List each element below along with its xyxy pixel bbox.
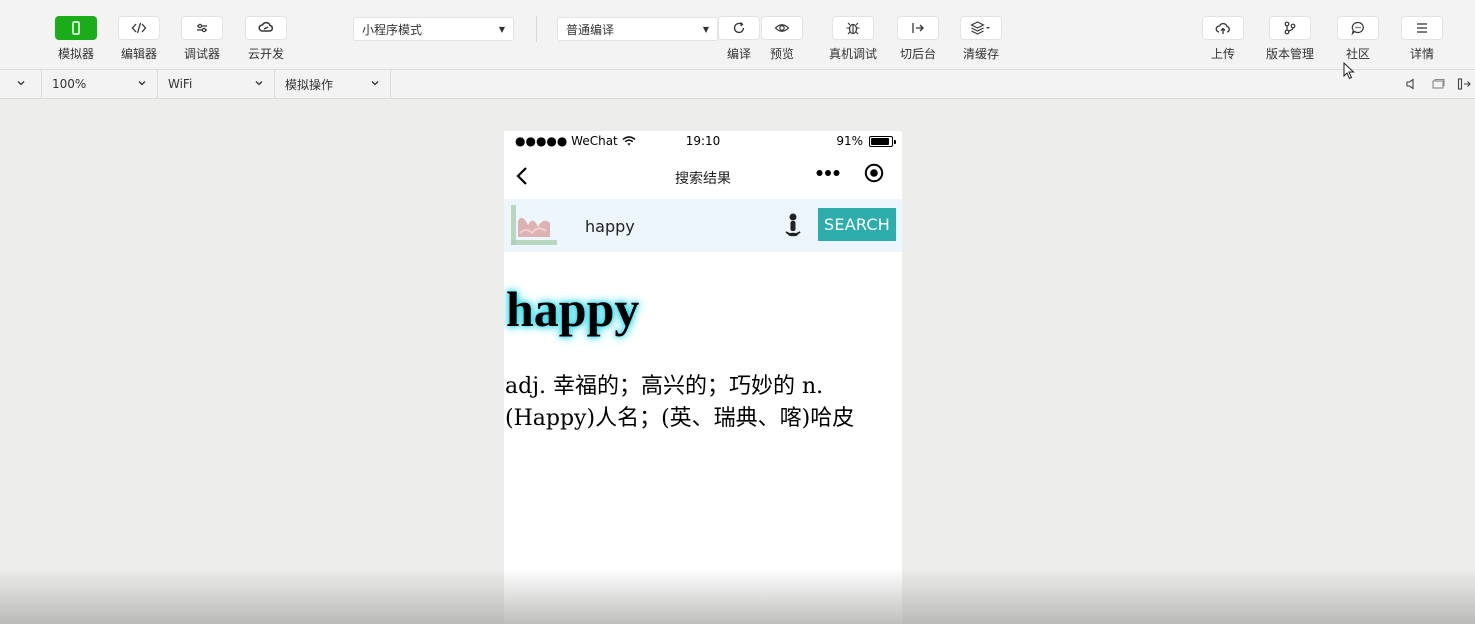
layers-icon: [960, 16, 1002, 40]
toolbar-divider: [536, 16, 537, 42]
compile-label: 编译: [726, 47, 751, 61]
mouse-cursor-icon: [1343, 62, 1355, 80]
clear-cache-button[interactable]: 清缓存: [960, 16, 1002, 62]
chevron-down-icon: [137, 77, 147, 91]
more-dots-icon[interactable]: [816, 169, 840, 177]
voice-microphone-icon[interactable]: [782, 212, 804, 238]
code-icon: [118, 16, 160, 40]
preview-label: 预览: [769, 47, 794, 61]
debugger-label: 调试器: [183, 47, 220, 61]
navigation-bar: 搜索结果: [504, 153, 902, 199]
version-control-button[interactable]: 版本管理: [1266, 16, 1314, 62]
definition-line: (Happy)人名；(英、瑞典、喀)哈皮: [505, 406, 855, 431]
battery-icon: [869, 135, 896, 147]
mini-program-capsule: [816, 163, 884, 183]
search-query-text[interactable]: happy: [585, 217, 635, 236]
community-button[interactable]: 社区: [1337, 16, 1379, 62]
chevron-down-icon: [254, 77, 264, 91]
cloud-dev-label: 云开发: [247, 47, 284, 61]
window-icon[interactable]: [1431, 77, 1445, 91]
simulator-label: 模拟器: [57, 47, 94, 61]
subbar-icons: [1405, 70, 1475, 98]
network-select[interactable]: WiFi: [158, 70, 275, 98]
upload-label: 上传: [1210, 47, 1235, 61]
cloud-upload-icon: [1202, 16, 1244, 40]
remote-debug-label: 真机调试: [829, 47, 878, 61]
compile-select-value: 普通编译: [566, 22, 615, 37]
refresh-icon: [718, 16, 760, 40]
switch-background-icon: [897, 16, 939, 40]
battery-percent: 91%: [836, 134, 863, 148]
cloud-link-icon: [245, 16, 287, 40]
debugger-button[interactable]: 调试器: [181, 16, 223, 62]
mode-select-value: 小程序模式: [362, 22, 423, 37]
phone-simulator: ●●●●● WeChat 19:10 91% 搜索结果 happy SEARCH…: [504, 131, 902, 624]
compile-select[interactable]: 普通编译 ▼: [557, 17, 718, 41]
status-bar: ●●●●● WeChat 19:10 91%: [504, 131, 902, 153]
speaker-icon[interactable]: [1405, 77, 1419, 91]
chat-icon: [1337, 16, 1379, 40]
close-target-icon[interactable]: [864, 163, 884, 183]
result-word: happy: [506, 281, 640, 337]
editor-label: 编辑器: [120, 47, 157, 61]
remote-debug-button[interactable]: 真机调试: [829, 16, 877, 62]
caret-down-icon: ▼: [498, 24, 505, 34]
detach-icon[interactable]: [1457, 77, 1471, 91]
phone-icon: [55, 16, 97, 40]
branch-icon: [1269, 16, 1311, 40]
result-definition: adj. 幸福的；高兴的；巧妙的 n. (Happy)人名；(英、瑞典、喀)哈皮: [505, 371, 902, 435]
chevron-down-icon: [16, 77, 26, 91]
bug-icon: [832, 16, 874, 40]
menu-icon: [1401, 16, 1443, 40]
search-bar: happy SEARCH: [504, 199, 902, 252]
simulator-subbar: 100% WiFi 模拟操作: [0, 70, 1475, 99]
details-label: 详情: [1409, 47, 1434, 61]
mode-select[interactable]: 小程序模式 ▼: [353, 17, 514, 41]
simulate-operation-value: 模拟操作: [285, 77, 334, 92]
eye-icon: [761, 16, 803, 40]
cloud-dev-button[interactable]: 云开发: [245, 16, 287, 62]
caret-down-icon: ▼: [702, 24, 709, 34]
zoom-value: 100%: [52, 77, 87, 91]
zoom-select[interactable]: 100%: [42, 70, 158, 98]
simulator-button[interactable]: 模拟器: [55, 16, 97, 62]
top-toolbar: 模拟器 编辑器 调试器 云开发 小程序模式 ▼ 普通编译 ▼ 编译 预览 真机调…: [0, 0, 1475, 70]
details-button[interactable]: 详情: [1401, 16, 1443, 62]
simulate-operation-select[interactable]: 模拟操作: [275, 70, 391, 98]
status-battery: 91%: [836, 134, 896, 148]
community-label: 社区: [1345, 47, 1370, 61]
network-value: WiFi: [168, 77, 193, 91]
version-control-label: 版本管理: [1266, 47, 1315, 61]
editor-button[interactable]: 编辑器: [118, 16, 160, 62]
switch-background-label: 切后台: [899, 47, 936, 61]
device-select[interactable]: [0, 70, 42, 98]
preview-button[interactable]: 预览: [761, 16, 803, 62]
chart-logo-icon: [511, 205, 557, 245]
definition-line: adj. 幸福的；高兴的；巧妙的 n.: [505, 374, 824, 399]
clear-cache-label: 清缓存: [962, 47, 999, 61]
upload-button[interactable]: 上传: [1202, 16, 1244, 62]
sliders-icon: [181, 16, 223, 40]
search-button[interactable]: SEARCH: [818, 208, 896, 241]
switch-background-button[interactable]: 切后台: [897, 16, 939, 62]
chevron-down-icon: [370, 77, 380, 91]
compile-button[interactable]: 编译: [718, 16, 760, 62]
